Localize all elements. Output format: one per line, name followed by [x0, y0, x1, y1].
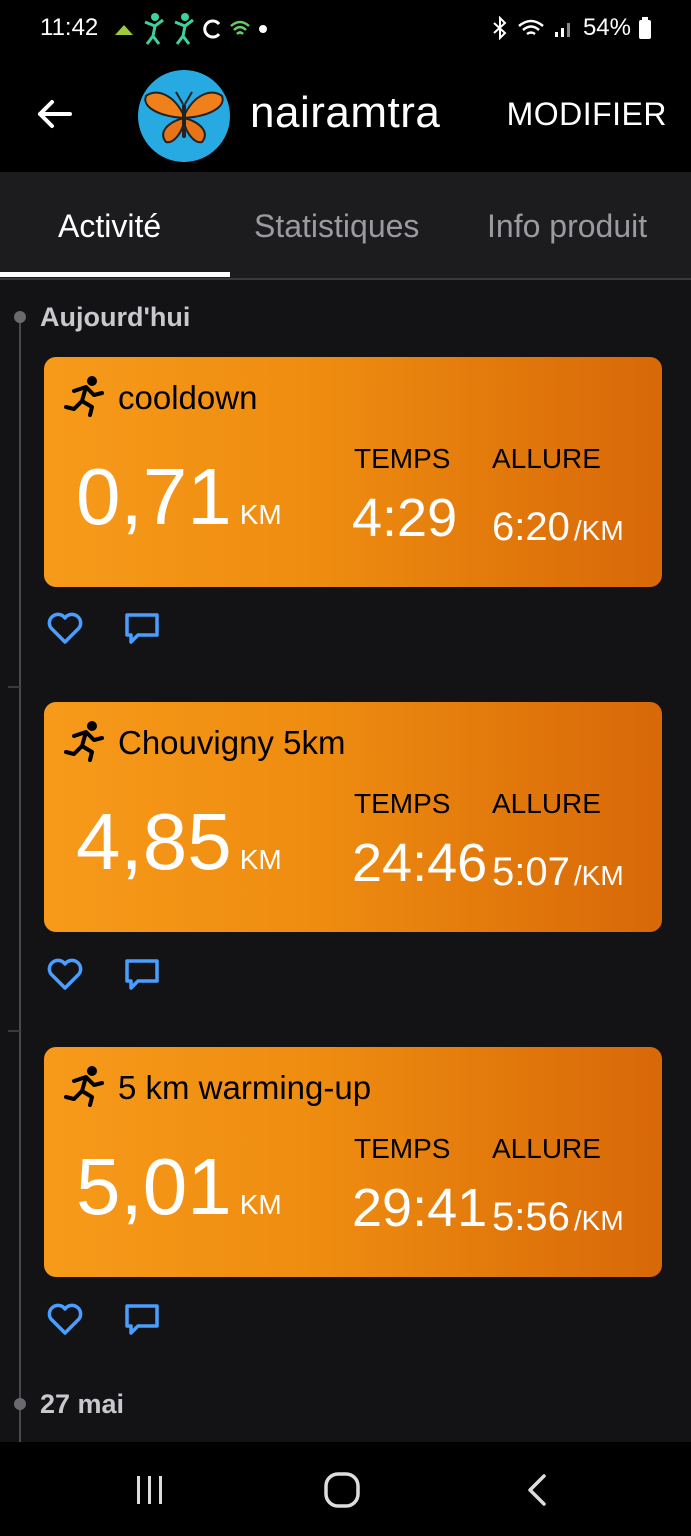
heart-icon[interactable]: [46, 1301, 84, 1337]
cloud-icon: [115, 25, 133, 35]
time-label: TEMPS: [354, 443, 451, 474]
dot-icon: [259, 25, 267, 33]
profile-username: nairamtra: [250, 88, 441, 137]
activity-name: 5 km warming-up: [118, 1069, 372, 1106]
pace-unit: /KM: [573, 515, 624, 546]
pace-unit: /KM: [573, 1205, 624, 1236]
heart-icon[interactable]: [46, 956, 84, 992]
pace-label: ALLURE: [492, 1133, 601, 1164]
comment-icon[interactable]: [124, 1303, 160, 1337]
date-header: 27 mai: [40, 1389, 125, 1419]
activity-name: cooldown: [118, 379, 258, 416]
activity-card[interactable]: 5 km warming-up 5,01 KM TEMPS ALLURE 29:4…: [44, 1047, 662, 1277]
pace-label: ALLURE: [492, 443, 601, 474]
activity-actions: [46, 956, 166, 996]
distance-value: 5,01 KM: [76, 1147, 282, 1227]
heart-icon[interactable]: [46, 610, 84, 646]
system-nav-bar: [0, 1442, 691, 1536]
figure-icon: [174, 13, 194, 45]
pace-value: 6:20/KM: [492, 507, 624, 547]
notification-icons: [113, 12, 269, 46]
tab-bar: Activité Statistiques Info produit: [0, 172, 691, 280]
time-value: 29:41: [352, 1178, 488, 1238]
sync-icon: [203, 19, 221, 39]
status-indicators: 54%: [491, 14, 651, 42]
date-header-today: Aujourd'hui: [40, 302, 191, 332]
status-bar: 11:42 54%: [0, 0, 691, 58]
activity-card[interactable]: Chouvigny 5km 4,85 KM TEMPS ALLURE 24:46 …: [44, 702, 662, 932]
timeline-dot: [14, 1398, 26, 1410]
time-value: 24:46: [352, 833, 488, 893]
back-arrow-icon[interactable]: [32, 92, 76, 136]
bluetooth-icon: [493, 16, 507, 40]
time-label: TEMPS: [354, 788, 451, 819]
pace-label: ALLURE: [492, 788, 601, 819]
battery-icon: [639, 17, 651, 39]
butterfly-icon: [144, 91, 224, 144]
back-icon[interactable]: [518, 1470, 558, 1510]
distance-number: 0,71: [76, 452, 232, 541]
avatar[interactable]: [138, 70, 230, 162]
pace-number: 6:20: [492, 505, 570, 549]
status-time: 11:42: [40, 14, 99, 41]
time-value: 4:29: [352, 488, 458, 548]
pace-number: 5:07: [492, 850, 570, 894]
app-header: nairamtra MODIFIER: [0, 58, 691, 172]
runner-icon: [64, 1066, 104, 1107]
distance-unit: KM: [239, 499, 282, 530]
activity-actions: [46, 610, 166, 650]
runner-icon: [64, 376, 104, 417]
timeline-tick: [8, 686, 20, 688]
tab-product-info[interactable]: Info produit: [487, 208, 647, 245]
pace-value: 5:56/KM: [492, 1197, 624, 1237]
figure-icon: [144, 13, 164, 45]
activity-actions: [46, 1301, 166, 1341]
distance-value: 4,85 KM: [76, 802, 282, 882]
distance-unit: KM: [239, 844, 282, 875]
timeline-line: [19, 318, 21, 1442]
active-tab-indicator: [0, 272, 230, 277]
tab-statistics[interactable]: Statistiques: [254, 208, 419, 245]
home-icon[interactable]: [322, 1470, 362, 1510]
distance-number: 4,85: [76, 797, 232, 886]
pace-unit: /KM: [573, 860, 624, 891]
comment-icon[interactable]: [124, 612, 160, 646]
timeline-tick: [8, 1030, 20, 1032]
runner-icon: [64, 721, 104, 762]
signal-icon: [554, 23, 570, 37]
edit-button[interactable]: MODIFIER: [507, 96, 667, 133]
distance-unit: KM: [239, 1189, 282, 1220]
tab-activity[interactable]: Activité: [58, 208, 161, 245]
activity-name: Chouvigny 5km: [118, 724, 346, 761]
distance-value: 0,71 KM: [76, 457, 282, 537]
activity-card[interactable]: cooldown 0,71 KM TEMPS ALLURE 4:29 6:20/K…: [44, 357, 662, 587]
comment-icon[interactable]: [124, 958, 160, 992]
battery-level: 54%: [582, 14, 631, 41]
recent-apps-icon[interactable]: [130, 1470, 170, 1510]
pace-number: 5:56: [492, 1195, 570, 1239]
distance-number: 5,01: [76, 1142, 232, 1231]
timeline-dot: [14, 311, 26, 323]
time-label: TEMPS: [354, 1133, 451, 1164]
wifi-icon: [518, 19, 544, 36]
wifi-icon: [230, 20, 250, 35]
pace-value: 5:07/KM: [492, 852, 624, 892]
